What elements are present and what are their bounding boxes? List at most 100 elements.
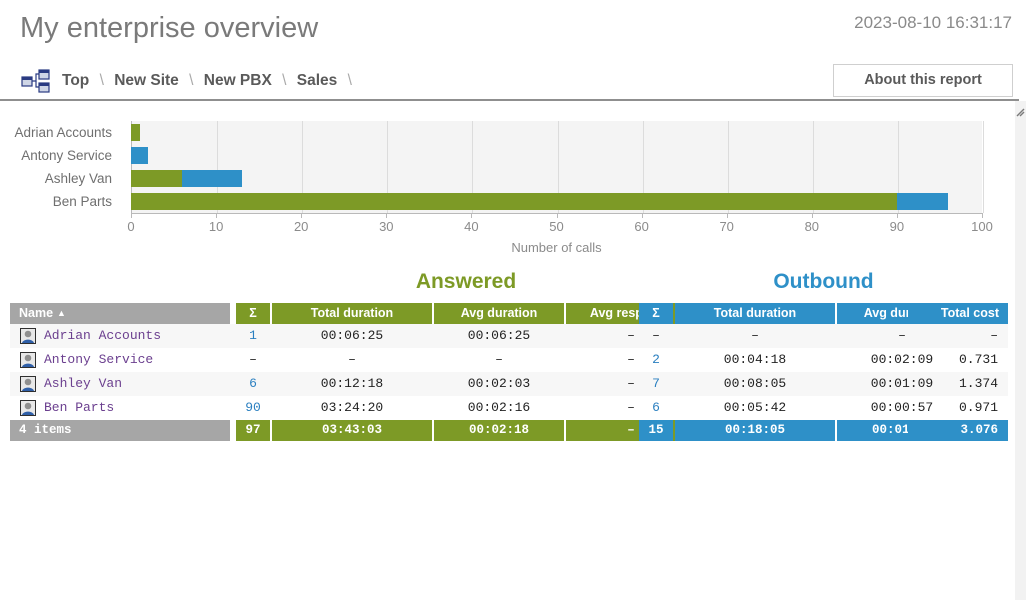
cell-outbound-total-cost: 0.731 [958,352,998,367]
breadcrumb-item-top[interactable]: Top [62,72,89,89]
page-scrollbar[interactable] [1015,101,1026,600]
chart-x-tick [386,213,388,218]
chart-category-label: Adrian Accounts [14,125,112,140]
chart-bar-segment-outbound[interactable] [131,147,149,164]
page-title: My enterprise overview [20,12,319,44]
footer-outbound-total-cost: 3.076 [908,420,1008,441]
outbound-count-link[interactable]: 2 [652,352,660,367]
cell-answered-sum: 6 [236,372,270,396]
table-body: Adrian Accounts 1 00:06:25 00:06:25 – – – – – Ant… [10,324,1008,420]
row-name-link[interactable]: Ben Parts [44,400,114,415]
chart-x-tick [726,213,728,218]
cell-answered-avg-duration: 00:02:03 [467,376,531,391]
footer-outbound-sum: 15 [639,420,673,441]
cell-outbound-total-cost: 0.971 [958,400,998,415]
column-header-outbound-total-cost[interactable]: Total cost [908,303,1008,324]
answered-count-link[interactable]: 6 [249,376,257,391]
column-header-outbound-sum[interactable]: Σ [639,303,673,324]
cell-answered-total-duration: – [348,352,356,367]
answered-count-link[interactable]: 1 [249,328,257,343]
chart-bar-group [131,124,982,141]
calls-bar-chart: Adrian Accounts Antony Service Ashley Van B… [0,108,1014,258]
chart-x-tick [641,213,643,218]
footer-answered-total-duration: 03:43:03 [272,420,432,441]
chart-category-labels: Adrian Accounts Antony Service Ashley Van B… [0,108,122,209]
cell-name: Ben Parts [10,396,230,420]
chart-bar-segment-answered[interactable] [131,170,183,187]
chart-x-tick-label: 60 [634,219,649,234]
chart-bar-segment-outbound[interactable] [896,193,948,210]
about-this-report-button[interactable]: About this report [833,64,1013,97]
table-header-row: Name ▲ Σ Total duration Avg duration Avg resp… [10,303,1008,324]
chart-x-tick [982,213,983,218]
cell-outbound-sum: 7 [639,372,673,396]
table-footer-row: 4 items 97 03:43:03 00:02:18–15 00:18:05 00:0… [10,420,1008,441]
chart-bar-segment-answered[interactable] [131,124,140,141]
chart-x-axis-title: Number of calls [511,240,602,255]
table-row[interactable]: Ben Parts 90 03:24:20 00:02:16–6 00:05:42 00:… [10,396,1008,420]
column-header-name[interactable]: Name ▲ [10,303,230,324]
chart-category-label: Ashley Van [44,171,112,186]
chart-x-tick [471,213,473,218]
chart-x-tick-label: 100 [971,219,993,234]
table-row[interactable]: Adrian Accounts 1 00:06:25 00:06:25– – – – – [10,324,1008,348]
chart-bar-segment-outbound[interactable] [182,170,242,187]
cell-answered-avg-duration: 00:02:16 [467,400,531,415]
cell-answered-avg-duration: – [495,352,503,367]
header-divider [0,99,1019,101]
cell-outbound-total-duration: 00:04:18 [723,352,787,367]
chart-x-tick-label: 70 [719,219,734,234]
chart-bar-group [131,193,982,210]
section-title-answered: Answered [415,270,517,293]
column-header-answered-sum[interactable]: Σ [236,303,270,324]
chart-x-tick-label: 30 [379,219,394,234]
footer-outbound-total-duration: 00:18:05 [675,420,835,441]
breadcrumb-item-new-site[interactable]: New Site [114,72,179,89]
column-header-outbound-total-duration[interactable]: Total duration [675,303,835,324]
cell-answered-sum: – [249,352,257,367]
breadcrumb-item-new-pbx[interactable]: New PBX [204,72,272,89]
resize-handle-icon[interactable] [1016,104,1025,117]
chart-x-tick [301,213,303,218]
row-name-link[interactable]: Antony Service [44,352,153,367]
row-name-link[interactable]: Adrian Accounts [44,328,161,343]
breadcrumb-item-sales[interactable]: Sales [297,72,338,89]
report-page: My enterprise overview 2023-08-10 16:31:… [0,0,1026,600]
answered-count-link[interactable]: 90 [245,400,261,415]
breadcrumb-separator: \ [282,72,287,89]
row-name-link[interactable]: Ashley Van [44,376,122,391]
cell-outbound-sum: 2 [639,348,673,372]
chart-bar-segment-answered[interactable] [131,193,897,210]
chart-x-tick-label: 40 [464,219,479,234]
chart-x-tick-label: 80 [804,219,820,234]
column-header-answered-total-duration[interactable]: Total duration [272,303,432,324]
breadcrumb-separator: \ [189,72,194,89]
breadcrumb-separator: \ [99,72,104,89]
cell-answered-total-duration: 00:06:25 [320,328,384,343]
cell-name: Antony Service [10,348,230,372]
footer-item-count: 4 items [10,420,230,441]
network-tree-icon [21,69,51,93]
chart-bar-group [131,170,982,187]
table-row[interactable]: Ashley Van 6 00:12:18 00:02:03–7 00:08:05 00:… [10,372,1008,396]
cell-answered-total-duration: 00:12:18 [320,376,384,391]
breadcrumb-separator: \ [347,72,352,89]
cell-name: Ashley Van [10,372,230,396]
chart-x-tick-label: 10 [208,219,224,234]
column-header-answered-avg-duration[interactable]: Avg duration [434,303,564,324]
table-row[interactable]: Antony Service – – – –2 00:04:18 00:02:09 0.731 [10,348,1008,372]
breadcrumb: Top \ New Site \ New PBX \ Sales \ [62,70,358,92]
report-timestamp: 2023-08-10 16:31:17 [854,13,1012,32]
calls-table: Name ▲ Σ Total duration Avg duration Avg resp… [10,303,1008,441]
cell-answered-avg-duration: 00:06:25 [467,328,531,343]
cell-name: Adrian Accounts [10,324,230,348]
chart-x-tick-label: 0 [127,219,135,234]
outbound-count-link[interactable]: 7 [652,376,660,391]
outbound-count-link[interactable]: 6 [652,400,660,415]
cell-answered-sum: 90 [236,396,270,420]
chart-gridline [983,121,984,213]
cell-outbound-total-cost: – [990,328,998,343]
chart-bar-group [131,147,982,164]
chart-category-label: Antony Service [21,148,112,163]
cell-outbound-total-cost: 1.374 [958,376,998,391]
